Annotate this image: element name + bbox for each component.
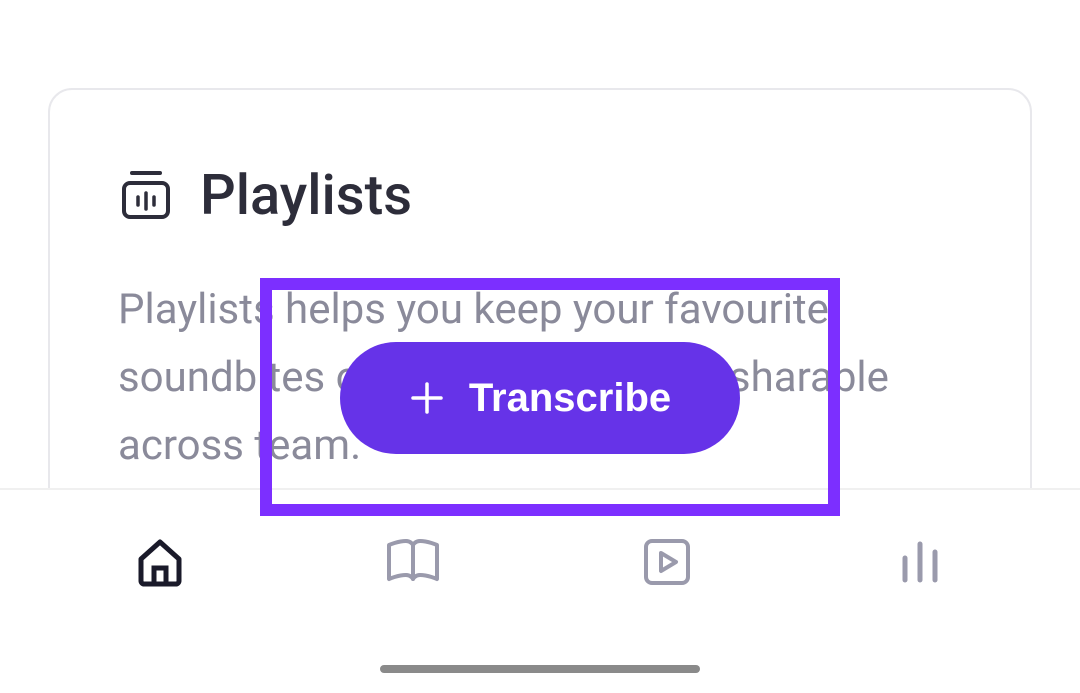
transcribe-label: Transcribe — [469, 376, 671, 421]
nav-library[interactable] — [383, 532, 443, 592]
plus-icon — [409, 380, 445, 416]
card-header: Playlists — [118, 162, 962, 228]
home-indicator — [380, 665, 700, 673]
nav-video[interactable] — [637, 532, 697, 592]
transcribe-button[interactable]: Transcribe — [340, 342, 740, 454]
playlist-icon — [118, 167, 174, 223]
bottom-navigation — [0, 488, 1080, 693]
nav-home[interactable] — [130, 532, 190, 592]
playlists-card: Playlists Playlists helps you keep your … — [48, 88, 1032, 552]
nav-stats[interactable] — [890, 532, 950, 592]
card-title: Playlists — [200, 162, 412, 228]
